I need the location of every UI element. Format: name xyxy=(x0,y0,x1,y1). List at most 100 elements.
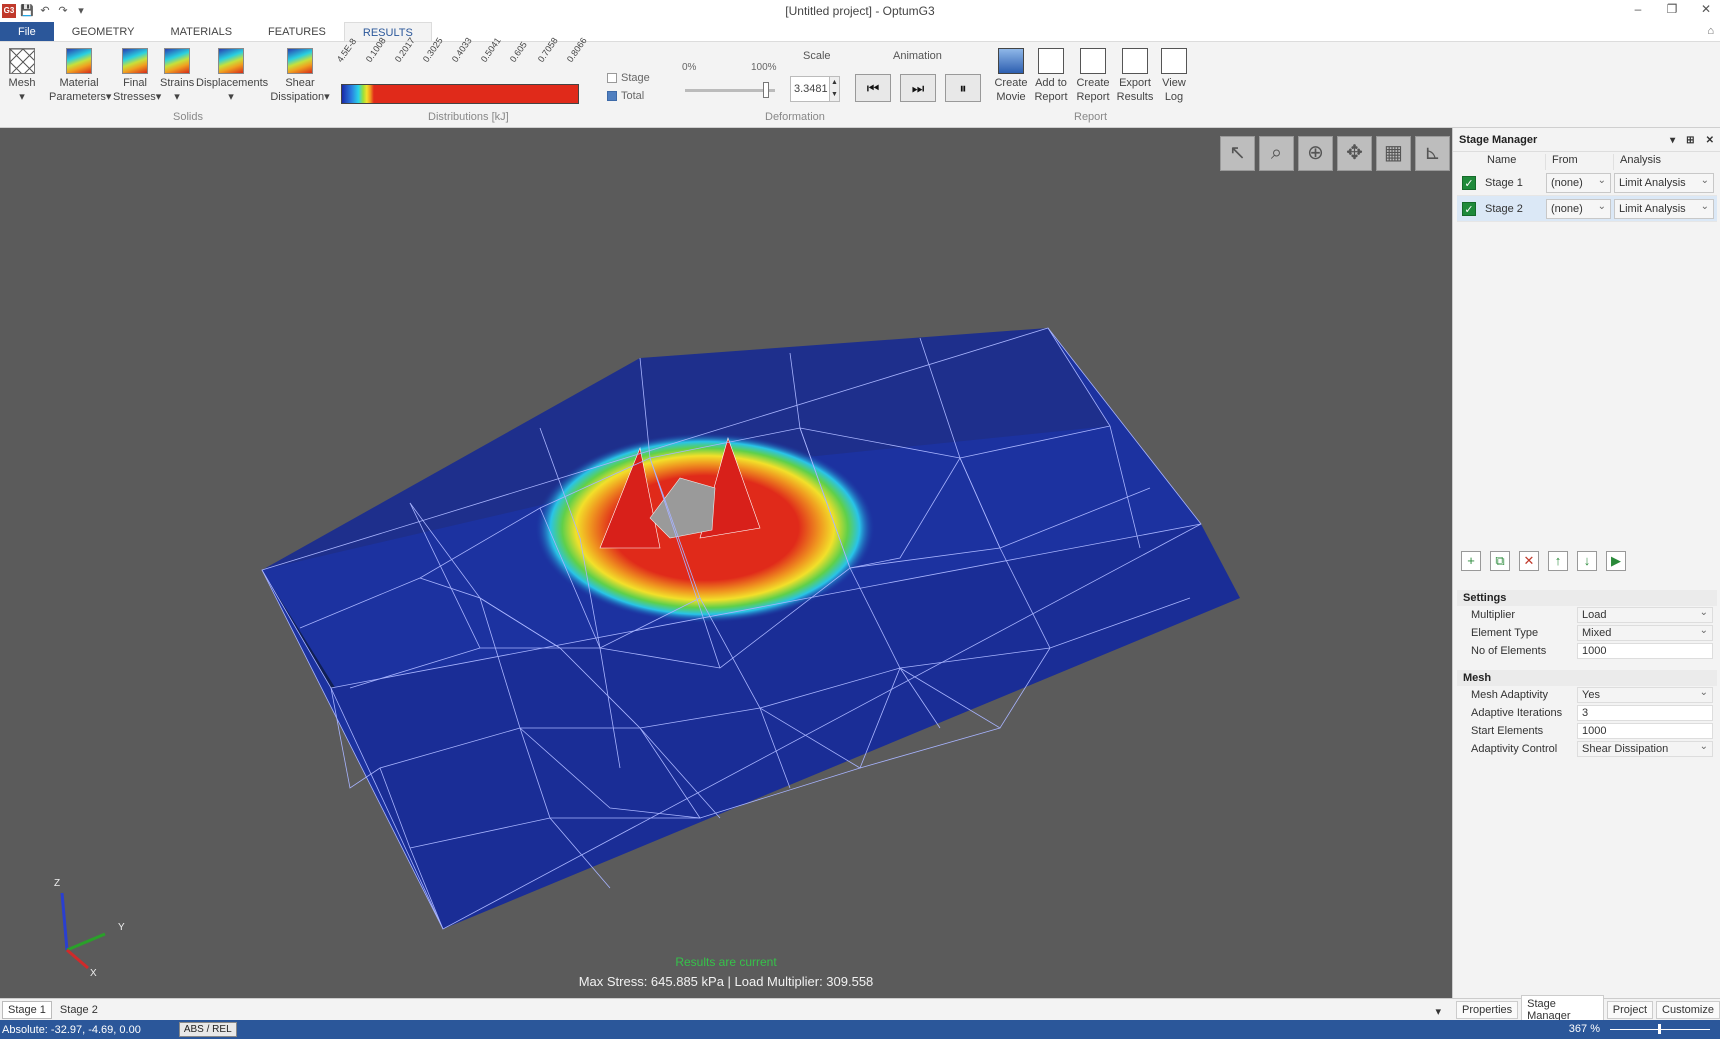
status-bar: Absolute: -32.97, -4.69, 0.00 ABS / REL … xyxy=(0,1020,1720,1039)
panel-pin-icon[interactable]: ⊞ xyxy=(1686,135,1694,146)
first-frame-button[interactable]: ⏮ xyxy=(855,74,891,102)
view-log-button[interactable]: View Log xyxy=(1158,48,1190,104)
mesh-header: Mesh xyxy=(1457,670,1717,686)
stage-tab-bar: Stage 1 Stage 2 ▾ xyxy=(0,998,1452,1020)
undo-icon[interactable]: ↶ xyxy=(38,4,52,18)
tab-results[interactable]: RESULTS xyxy=(343,22,432,41)
mesh-model[interactable] xyxy=(0,128,1452,998)
next-frame-button[interactable]: ⏭ xyxy=(900,74,936,102)
tab-customize[interactable]: Customize xyxy=(1656,1000,1720,1019)
displacements-button[interactable]: Displacements ▾ xyxy=(196,48,268,104)
3d-viewport[interactable]: ↖ ⌕ ⊕ ✥ ▦ ⊾ Z Y X Results are current Ma… xyxy=(0,128,1452,998)
total-checkbox-box[interactable] xyxy=(607,91,617,101)
restore-button[interactable]: ❐ xyxy=(1664,2,1680,16)
stage-tab-1[interactable]: Stage 1 xyxy=(2,1000,52,1019)
ribbon-collapse-icon[interactable]: ⌂ xyxy=(1707,25,1714,37)
zoom-tool[interactable]: ⌕ xyxy=(1259,136,1294,171)
panel-close-icon[interactable]: ✕ xyxy=(1706,135,1714,146)
minimize-button[interactable]: – xyxy=(1630,2,1646,16)
pan-tool[interactable]: ✥ xyxy=(1337,136,1372,171)
select-tool[interactable]: ↖ xyxy=(1220,136,1255,171)
mesh-button[interactable]: Mesh ▾ xyxy=(6,48,38,104)
save-icon[interactable]: 💾 xyxy=(20,4,34,18)
property-row: Start Elements 1000 xyxy=(1457,722,1717,740)
strains-button[interactable]: Strains ▾ xyxy=(160,48,194,104)
stage-1-name[interactable]: Stage 1 xyxy=(1481,177,1546,189)
total-checkbox[interactable]: Total xyxy=(607,90,644,102)
delete-stage-icon[interactable]: ✕ xyxy=(1519,551,1539,571)
app-icon[interactable]: G3 xyxy=(2,4,16,18)
tab-materials[interactable]: MATERIALS xyxy=(153,22,251,41)
stage-2-analysis-select[interactable]: Limit Analysis xyxy=(1614,198,1714,219)
skip-back-icon: ⏮ xyxy=(866,80,880,96)
zoom-extents-tool[interactable]: ⊕ xyxy=(1298,136,1333,171)
deformation-slider-track[interactable] xyxy=(685,89,775,92)
create-report-label-2: Report xyxy=(1076,91,1110,103)
panel-menu-icon[interactable]: ▾ xyxy=(1670,135,1675,146)
no-of-elements-field[interactable]: 1000 xyxy=(1577,643,1713,659)
mesh-label: Mesh xyxy=(8,77,36,89)
stage-2-checkbox[interactable]: ✓ xyxy=(1462,201,1476,216)
stage-checkbox[interactable]: Stage xyxy=(607,72,650,84)
deformation-slider-thumb[interactable] xyxy=(763,82,769,98)
copy-stage-icon[interactable]: ⧉ xyxy=(1490,551,1510,571)
move-up-icon[interactable]: ↑ xyxy=(1548,551,1568,571)
property-row: Multiplier Load xyxy=(1457,606,1717,624)
shear-dissipation-button[interactable]: Shear Dissipation▾ xyxy=(270,48,330,104)
settings-section: Settings Multiplier Load Element Type Mi… xyxy=(1457,590,1717,660)
export-results-button[interactable]: Export Results xyxy=(1115,48,1155,104)
shear-dissipation-label: Shear xyxy=(285,77,315,89)
stage-tab-2[interactable]: Stage 2 xyxy=(53,1000,104,1019)
settings-header: Settings xyxy=(1457,590,1717,606)
tab-project[interactable]: Project xyxy=(1606,1000,1654,1019)
adaptive-iterations-field[interactable]: 3 xyxy=(1577,705,1713,721)
material-parameters-button[interactable]: Material Parameters▾ xyxy=(49,48,111,104)
stage-1-analysis-select[interactable]: Limit Analysis xyxy=(1614,172,1714,193)
zoom-level: 367 % xyxy=(1568,1023,1600,1035)
arrow-icon: ↖ xyxy=(1229,142,1246,164)
element-type-select[interactable]: Mixed xyxy=(1577,624,1713,641)
group-label-solids: Solids xyxy=(173,111,203,123)
axis-z-label: Z xyxy=(54,878,60,889)
start-elements-field[interactable]: 1000 xyxy=(1577,723,1713,739)
run-icon[interactable]: ▶ xyxy=(1606,551,1626,571)
tab-features[interactable]: FEATURES xyxy=(250,22,344,41)
adaptivity-control-select[interactable]: Shear Dissipation xyxy=(1577,740,1713,757)
mesh-adaptivity-select[interactable]: Yes xyxy=(1577,686,1713,703)
scale-spinner[interactable]: ▲ ▼ xyxy=(829,76,840,102)
mesh-icon xyxy=(9,48,35,74)
create-report-button[interactable]: Create Report xyxy=(1074,48,1112,104)
multiplier-select[interactable]: Load xyxy=(1577,606,1713,623)
group-label-deformation: Deformation xyxy=(765,111,825,123)
final-stresses-label: Final xyxy=(123,77,147,89)
stage-row[interactable]: ✓ Stage 1 (none) Limit Analysis xyxy=(1457,170,1717,196)
create-movie-button[interactable]: Create Movie xyxy=(993,48,1029,104)
stage-2-from-select[interactable]: (none) xyxy=(1546,198,1611,219)
stage-2-name[interactable]: Stage 2 xyxy=(1481,203,1546,215)
stage-checkbox-box[interactable] xyxy=(607,73,617,83)
tab-geometry[interactable]: GEOMETRY xyxy=(54,22,153,41)
grid-tool[interactable]: ▦ xyxy=(1376,136,1411,171)
abs-rel-toggle[interactable]: ABS / REL xyxy=(178,1022,237,1037)
customize-qa-icon[interactable]: ▾ xyxy=(74,4,88,18)
add-to-report-button[interactable]: Add to Report xyxy=(1032,48,1070,104)
stage-1-checkbox[interactable]: ✓ xyxy=(1462,175,1476,190)
stage-tabs-menu-icon[interactable]: ▾ xyxy=(1430,1003,1446,1020)
close-window-button[interactable]: ✕ xyxy=(1698,2,1714,16)
mesh-adaptivity-label: Mesh Adaptivity xyxy=(1471,689,1549,701)
stage-row[interactable]: ✓ Stage 2 (none) Limit Analysis xyxy=(1457,196,1717,222)
stage-manager-panel: Stage Manager ▾ ⊞ ✕ Name From Analysis ✓… xyxy=(1452,128,1720,998)
add-stage-icon[interactable]: + xyxy=(1461,551,1481,571)
scale-input[interactable]: 3.3481 xyxy=(790,76,830,102)
zoom-slider[interactable] xyxy=(1610,1024,1710,1034)
tab-properties[interactable]: Properties xyxy=(1456,1000,1519,1019)
move-down-icon[interactable]: ↓ xyxy=(1577,551,1597,571)
redo-icon[interactable]: ↷ xyxy=(56,4,70,18)
tab-file[interactable]: File xyxy=(0,22,54,41)
stage-1-from-select[interactable]: (none) xyxy=(1546,172,1611,193)
pause-button[interactable]: ⏸ xyxy=(945,74,981,102)
create-movie-label: Create xyxy=(994,77,1028,89)
stage-checkbox-label: Stage xyxy=(621,72,650,84)
final-stresses-button[interactable]: Final Stresses▾ xyxy=(113,48,161,104)
axes-tool[interactable]: ⊾ xyxy=(1415,136,1450,171)
